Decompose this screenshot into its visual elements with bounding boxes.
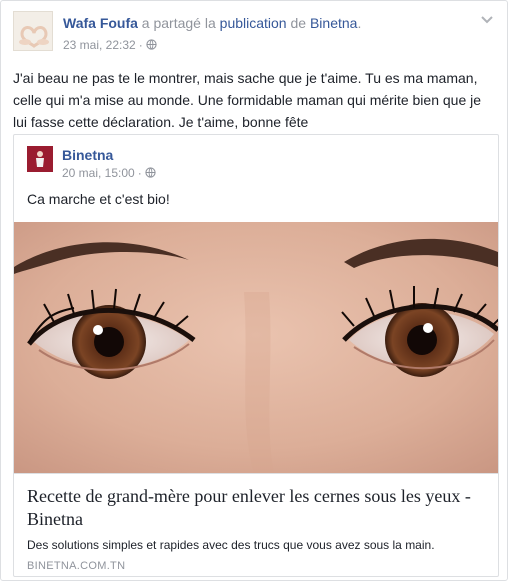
- globe-icon[interactable]: [146, 39, 157, 53]
- post-header-line: Wafa Foufa a partagé la publication de B…: [63, 15, 361, 31]
- shared-post-timestamp[interactable]: 20 mai, 15:00: [62, 166, 135, 180]
- globe-icon[interactable]: [145, 167, 156, 181]
- author-name-link[interactable]: Wafa Foufa: [63, 15, 138, 31]
- shared-action-period: .: [357, 15, 362, 31]
- post-header: Wafa Foufa a partagé la publication de B…: [13, 11, 495, 55]
- shared-page-avatar[interactable]: [27, 146, 53, 172]
- divider: [14, 473, 498, 474]
- chevron-down-icon[interactable]: [479, 13, 495, 25]
- shared-page-name[interactable]: Binetna: [62, 147, 113, 163]
- author-avatar[interactable]: [13, 11, 53, 51]
- page-name-link[interactable]: Binetna: [310, 15, 357, 31]
- link-description: Des solutions simples et rapides avec de…: [27, 538, 435, 552]
- post-meta: 23 mai, 22:32 ·: [63, 38, 157, 53]
- feed-post: Wafa Foufa a partagé la publication de B…: [0, 0, 508, 581]
- link-preview-image[interactable]: [14, 222, 498, 473]
- post-timestamp[interactable]: 23 mai, 22:32: [63, 38, 136, 52]
- shared-action-text-mid: de: [286, 15, 310, 31]
- publication-link[interactable]: publication: [220, 15, 287, 31]
- shared-post-card: Binetna 20 mai, 15:00 · Ca marche et c'es…: [13, 134, 499, 577]
- link-domain: BINETNA.COM.TN: [27, 560, 126, 572]
- post-message: J'ai beau ne pas te le montrer, mais sac…: [13, 70, 482, 130]
- shared-post-message: Ca marche et c'est bio!: [27, 191, 170, 207]
- shared-action-text: a partagé la: [137, 15, 220, 31]
- meta-separator: ·: [138, 38, 143, 52]
- shared-post-meta: 20 mai, 15:00 ·: [62, 166, 156, 181]
- link-title[interactable]: Recette de grand-mère pour enlever les c…: [27, 485, 484, 531]
- meta-separator: ·: [137, 166, 142, 180]
